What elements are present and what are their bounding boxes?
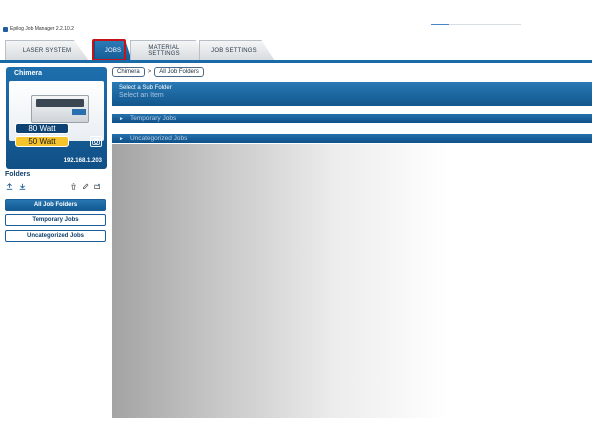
download-icon[interactable] — [19, 183, 26, 190]
title-bar: Epilog Job Manager 2.2.10.2 — [0, 0, 592, 36]
power-badge-80[interactable]: 80 Watt — [15, 123, 69, 134]
trash-icon[interactable] — [70, 183, 77, 190]
jobs-content-area — [112, 144, 592, 418]
main-panel: Chimera > All Job Folders Select a Sub F… — [112, 63, 592, 444]
progress-bar — [431, 24, 521, 25]
ip-address: 192.168.1.203 — [63, 158, 102, 164]
breadcrumb-separator: > — [147, 69, 152, 75]
app-title: Epilog Job Manager 2.2.10.2 — [3, 26, 74, 32]
expand-arrow-icon: ► — [119, 115, 124, 122]
tab-jobs[interactable]: JOBS — [94, 40, 132, 61]
expand-arrow-icon: ► — [119, 135, 124, 142]
tab-label: LASER SYSTEM — [22, 47, 72, 54]
camera-icon — [92, 138, 100, 145]
sidebar: Chimera 80 Watt 50 Watt 192.168.1.203 Fo… — [0, 63, 112, 444]
upload-icon[interactable] — [6, 183, 13, 190]
power-badge-50[interactable]: 50 Watt — [15, 136, 69, 147]
tab-laser-system[interactable]: LASER SYSTEM — [5, 40, 89, 61]
tab-job-settings[interactable]: JOB SETTINGS — [199, 40, 275, 61]
tab-bar: LASER SYSTEM JOBS MATERIAL SETTINGS JOB … — [0, 38, 592, 61]
app-logo-icon — [3, 26, 8, 32]
tab-label: MATERIAL SETTINGS — [148, 44, 180, 58]
folders-heading: Folders — [5, 171, 31, 178]
tab-label: JOBS — [104, 47, 122, 54]
pencil-icon[interactable] — [82, 183, 89, 190]
folder-temporary-jobs[interactable]: Temporary Jobs — [5, 214, 106, 226]
folder-tools-transfer — [6, 183, 26, 190]
folder-uncategorized-jobs[interactable]: Uncategorized Jobs — [5, 230, 106, 242]
camera-button[interactable] — [90, 136, 102, 147]
folder-tools-edit — [70, 183, 101, 190]
subfolder-title: Select a Sub Folder — [119, 85, 172, 91]
subfolder-hint: Select an Item — [119, 92, 164, 99]
tab-material-settings[interactable]: MATERIAL SETTINGS — [130, 40, 210, 61]
group-uncategorized-jobs[interactable]: ► Uncategorized Jobs — [112, 134, 592, 143]
group-temporary-jobs[interactable]: ► Temporary Jobs — [112, 114, 592, 123]
folder-all-job-folders[interactable]: All Job Folders — [5, 199, 106, 211]
subfolder-header[interactable]: Select a Sub Folder Select an Item — [112, 82, 592, 106]
app-title-text: Epilog Job Manager 2.2.10.2 — [10, 26, 74, 32]
breadcrumb: Chimera > All Job Folders — [112, 67, 204, 77]
tab-label: JOB SETTINGS — [211, 47, 257, 54]
breadcrumb-item-folders[interactable]: All Job Folders — [154, 67, 204, 77]
progress-fill — [431, 24, 449, 25]
laser-machine-icon — [31, 95, 89, 123]
breadcrumb-item-laser[interactable]: Chimera — [112, 67, 145, 77]
folder-add-icon[interactable] — [94, 183, 101, 190]
laser-card[interactable]: Chimera 80 Watt 50 Watt 192.168.1.203 — [6, 67, 107, 169]
laser-name: Chimera — [14, 70, 43, 77]
